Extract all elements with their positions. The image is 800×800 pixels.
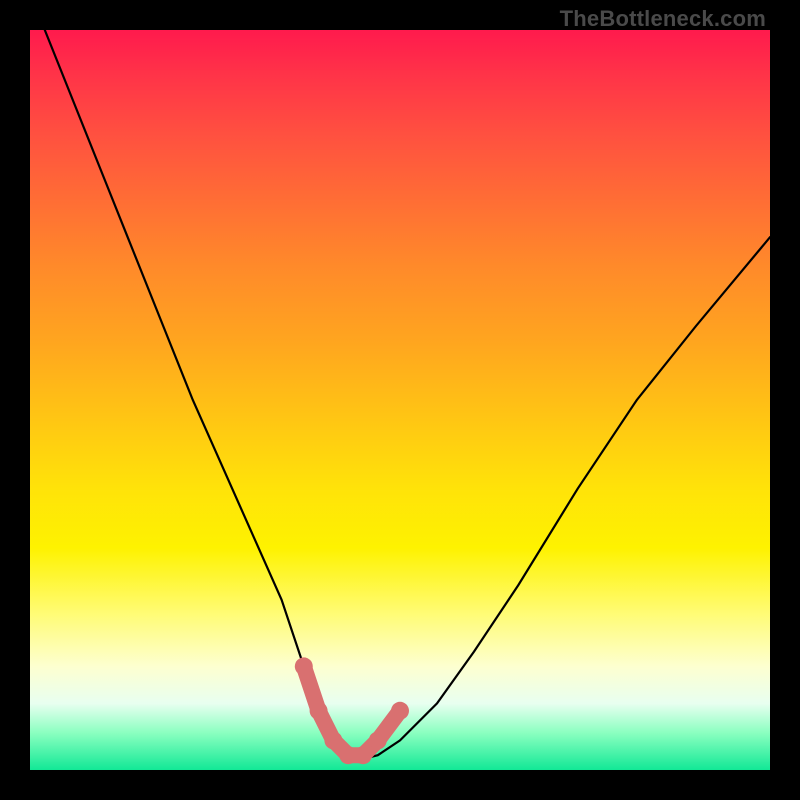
curve-path: [45, 30, 770, 759]
chart-frame: TheBottleneck.com: [0, 0, 800, 800]
highlight-dot: [369, 731, 387, 749]
highlight-dot: [391, 702, 409, 720]
highlight-dot: [354, 746, 372, 764]
highlight-dot: [310, 702, 328, 720]
highlight-dot: [295, 657, 313, 675]
chart-svg: [30, 30, 770, 770]
plot-area: [30, 30, 770, 770]
watermark-text: TheBottleneck.com: [560, 6, 766, 32]
highlight-dot: [324, 731, 342, 749]
